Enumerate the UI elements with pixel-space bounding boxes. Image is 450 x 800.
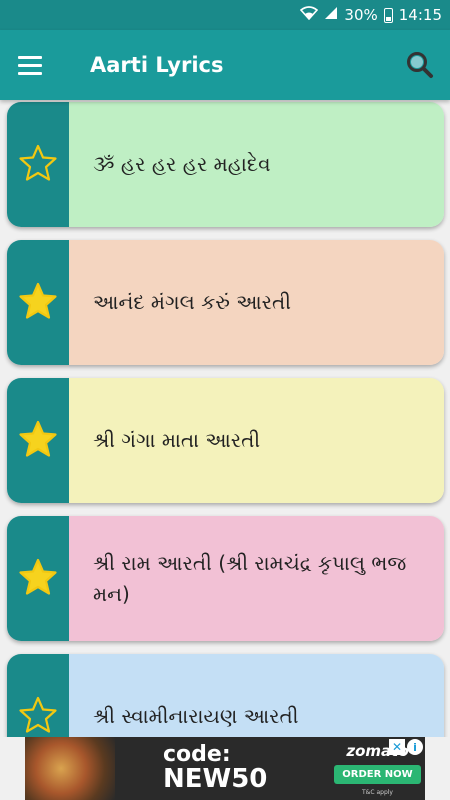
signal-icon [324,6,338,24]
ad-order-button[interactable]: ORDER NOW [334,764,421,784]
ad-food-image [25,737,115,800]
star-outline-icon[interactable] [18,695,58,738]
aarti-title: ૐ હર હર હર મહાદેવ [69,102,444,227]
aarti-title: આનંદ મંગલ કરું આરતી [69,240,444,365]
ad-banner[interactable]: code: NEW50 zomato ORDER NOW T&C apply ✕… [25,737,425,800]
aarti-title: શ્રી રામ આરતી (શ્રી રામચંદ્ર કૃપાલુ ભજ મ… [69,516,444,641]
star-filled-icon[interactable] [18,557,58,601]
list-item[interactable]: શ્રી રામ આરતી (શ્રી રામચંદ્ર કૃપાલુ ભજ મ… [7,516,444,641]
aarti-list: ૐ હર હર હર મહાદેવ આનંદ મંગલ કરું આરતી શ્… [0,100,450,737]
ad-code-label: code: [163,742,231,768]
star-filled-icon[interactable] [18,281,58,325]
wifi-icon [300,6,319,24]
ad-close-icon[interactable]: ✕ [389,739,405,755]
ad-code-value: NEW50 [163,764,268,795]
app-bar: Aarti Lyrics [0,30,450,100]
page-title: Aarti Lyrics [90,53,224,77]
list-item[interactable]: શ્રી ગંગા માતા આરતી [7,378,444,503]
battery-icon [383,7,393,23]
star-outline-icon[interactable] [18,143,58,187]
adchoices-icon[interactable]: i [407,739,423,755]
aarti-title: શ્રી ગંગા માતા આરતી [69,378,444,503]
star-filled-icon[interactable] [18,419,58,463]
aarti-title: શ્રી સ્વામીનારાયણ આરતી [69,654,444,737]
ad-promo-code: code: NEW50 [115,737,330,800]
list-item[interactable]: આનંદ મંગલ કરું આરતી [7,240,444,365]
status-bar: 30% 14:15 [0,0,450,30]
hamburger-menu-icon[interactable] [0,30,60,100]
battery-percent: 30% [344,6,378,24]
list-item[interactable]: શ્રી સ્વામીનારાયણ આરતી [7,654,444,737]
list-item[interactable]: ૐ હર હર હર મહાદેવ [7,102,444,227]
search-icon[interactable] [390,30,450,100]
ad-tc-text: T&C apply [362,788,393,796]
clock: 14:15 [398,6,442,24]
